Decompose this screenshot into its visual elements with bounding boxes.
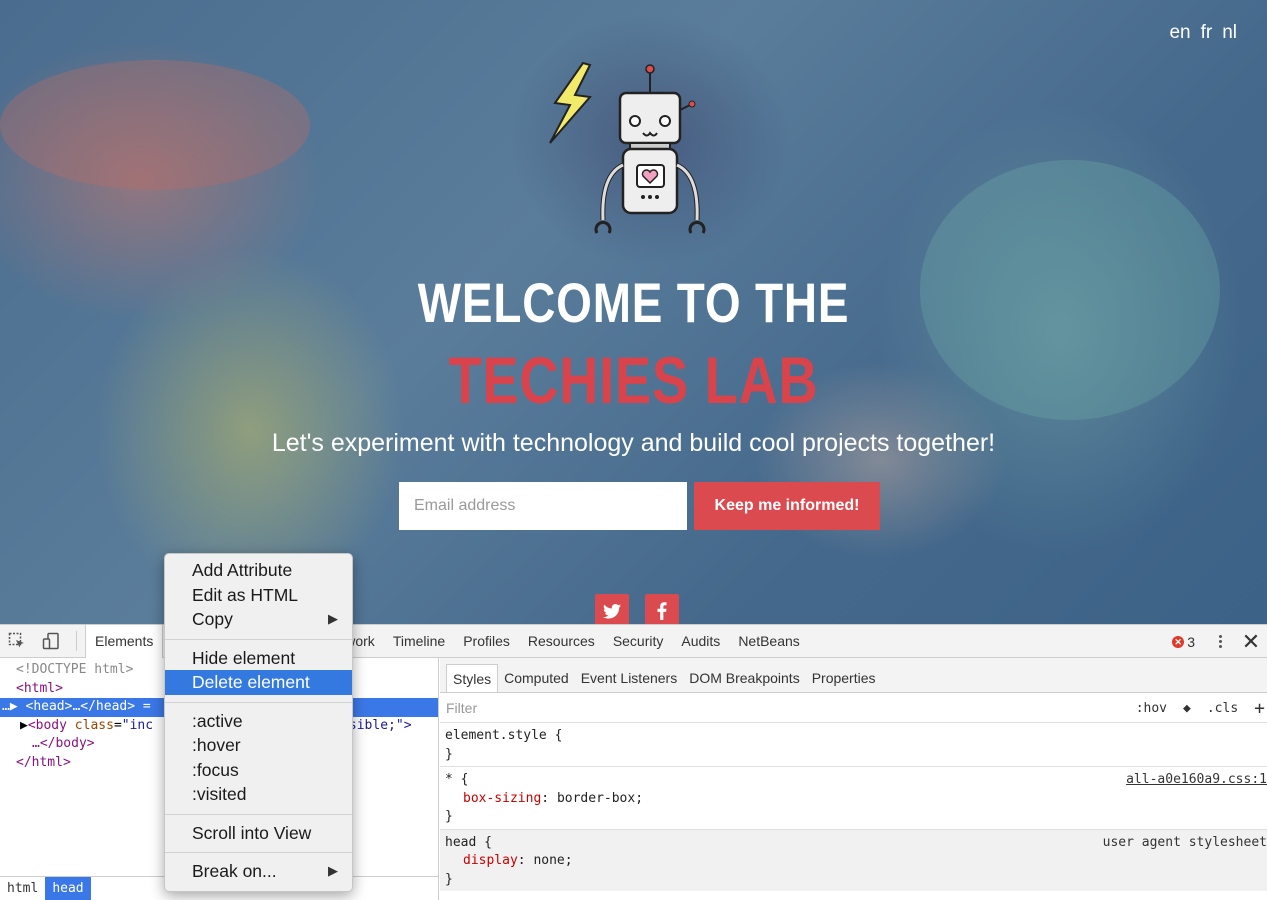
facebook-icon	[657, 602, 667, 620]
welcome-heading: WELCOME TO THE	[417, 271, 850, 334]
close-icon[interactable]: ✕	[1241, 629, 1261, 655]
tab-elements[interactable]: Elements	[85, 624, 164, 658]
menu-copy[interactable]: Copy ▶	[165, 607, 352, 632]
tab-timeline[interactable]: Timeline	[384, 625, 454, 658]
tab-computed[interactable]: Computed	[498, 664, 575, 692]
rule-close: }	[445, 871, 453, 887]
keep-me-informed-button[interactable]: Keep me informed!	[694, 482, 880, 530]
styles-sidebar: Styles Computed Event Listeners DOM Brea…	[440, 658, 1267, 900]
menu-force-active[interactable]: :active	[165, 709, 352, 734]
menu-separator	[165, 813, 352, 815]
menu-separator	[165, 638, 352, 640]
brand-heading: TECHIES LAB	[448, 343, 819, 417]
styles-filter-bar: :hov ◆ .cls +	[440, 693, 1267, 723]
twitter-button[interactable]	[595, 594, 629, 624]
inspect-element-button[interactable]	[0, 625, 34, 658]
menu-edit-as-html[interactable]: Edit as HTML	[165, 583, 352, 608]
toolbar-divider	[76, 631, 77, 651]
breadcrumb-html[interactable]: html	[0, 877, 45, 900]
inspect-cursor-icon	[8, 632, 24, 648]
class-toggle[interactable]: .cls	[1207, 701, 1238, 716]
style-rule-universal[interactable]: all-a0e160a9.css:1 * { box-sizing: borde…	[440, 767, 1267, 830]
breadcrumb-head[interactable]: head	[45, 877, 91, 900]
rule-property-value: none;	[533, 853, 573, 868]
submenu-arrow-icon: ▶	[328, 863, 338, 878]
tab-profiles[interactable]: Profiles	[454, 625, 519, 658]
styles-filter-input[interactable]	[440, 699, 1040, 716]
tab-styles[interactable]: Styles	[446, 664, 499, 692]
more-options-icon[interactable]	[1209, 625, 1231, 658]
rule-close: }	[445, 809, 453, 824]
email-input[interactable]	[399, 482, 687, 530]
device-toggle-icon	[42, 632, 59, 650]
rule-close: }	[445, 746, 453, 762]
error-count-badge[interactable]: ✕ 3	[1172, 634, 1195, 650]
hero-section: en fr nl WELCOME TO THE TECHIES LAB Let'…	[0, 0, 1267, 624]
toolbar-right: ✕ 3 ✕	[1172, 625, 1267, 658]
style-rule-element[interactable]: element.style { }	[440, 723, 1267, 767]
tab-audits[interactable]: Audits	[672, 625, 729, 658]
rule-source-link[interactable]: all-a0e160a9.css:1	[1126, 771, 1267, 790]
tab-dom-breakpoints[interactable]: DOM Breakpoints	[683, 664, 805, 692]
tagline: Let's experiment with technology and bui…	[271, 429, 996, 457]
lang-link-nl[interactable]: nl	[1222, 22, 1237, 44]
menu-add-attribute[interactable]: Add Attribute	[165, 558, 352, 583]
tab-properties[interactable]: Properties	[806, 664, 882, 692]
rule-property-name[interactable]: box-sizing	[445, 791, 541, 806]
menu-force-focus[interactable]: :focus	[165, 758, 352, 783]
signup-form: Keep me informed!	[399, 482, 880, 530]
menu-separator	[165, 701, 352, 703]
menu-force-visited[interactable]: :visited	[165, 782, 352, 807]
new-rule-button[interactable]: +	[1254, 698, 1265, 719]
lang-link-en[interactable]: en	[1169, 22, 1190, 44]
sidebar-tabs: Styles Computed Event Listeners DOM Brea…	[440, 658, 1267, 693]
menu-separator	[165, 852, 352, 853]
lang-link-fr[interactable]: fr	[1201, 22, 1213, 44]
robot-logo	[549, 61, 706, 234]
tab-event-listeners[interactable]: Event Listeners	[575, 664, 684, 692]
tab-resources[interactable]: Resources	[519, 625, 604, 658]
language-switcher: en fr nl	[1169, 22, 1237, 44]
menu-break-on[interactable]: Break on... ▶	[165, 859, 352, 884]
rule-property-value[interactable]: border-box;	[557, 791, 643, 806]
context-menu: Add Attribute Edit as HTML Copy ▶ Hide el…	[164, 553, 353, 892]
tab-security[interactable]: Security	[604, 625, 673, 658]
style-rule-head[interactable]: user agent stylesheet head { display: no…	[440, 829, 1267, 891]
menu-hide-element[interactable]: Hide element	[165, 646, 352, 671]
submenu-arrow-icon: ▶	[328, 611, 338, 626]
rule-property-name: display	[463, 853, 518, 868]
rule-source-ua: user agent stylesheet	[1102, 834, 1267, 850]
error-icon: ✕	[1172, 635, 1185, 648]
device-mode-button[interactable]	[34, 625, 68, 658]
hover-state-toggle[interactable]: :hov	[1136, 701, 1167, 716]
menu-scroll-into-view[interactable]: Scroll into View	[165, 821, 352, 846]
rule-selector: element.style {	[445, 728, 563, 743]
twitter-icon	[603, 603, 621, 619]
facebook-button[interactable]	[645, 594, 679, 624]
menu-force-hover[interactable]: :hover	[165, 733, 352, 758]
error-count: 3	[1187, 633, 1195, 650]
filter-tools: :hov ◆ .cls +	[1136, 693, 1267, 723]
tab-netbeans[interactable]: NetBeans	[729, 625, 808, 658]
menu-delete-element[interactable]: Delete element	[165, 670, 352, 695]
color-palette-icon[interactable]: ◆	[1183, 701, 1191, 716]
social-links	[595, 594, 679, 624]
background-photo	[0, 60, 310, 190]
